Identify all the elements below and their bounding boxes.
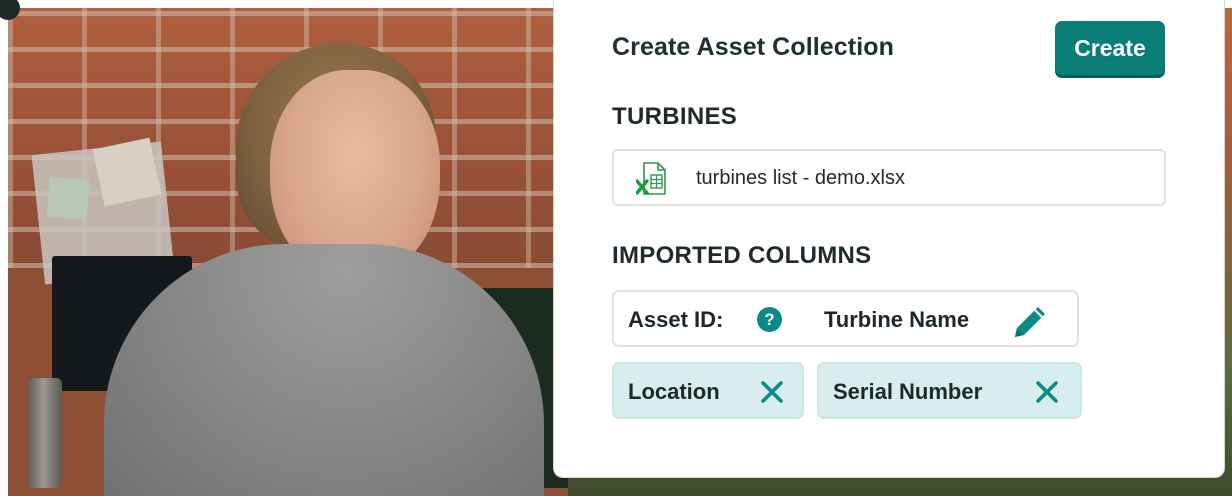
asset-id-chip: Asset ID: ? Turbine Name bbox=[612, 290, 1079, 347]
pinned-note bbox=[46, 176, 90, 220]
turbines-heading: TURBINES bbox=[612, 103, 738, 130]
file-name: turbines list - demo.xlsx bbox=[696, 167, 905, 189]
asset-id-value: Turbine Name bbox=[824, 307, 970, 332]
column-chip-label: Location bbox=[628, 379, 720, 404]
pinned-note bbox=[92, 137, 162, 207]
pencil-icon[interactable] bbox=[1012, 302, 1050, 340]
imported-columns-heading: IMPORTED COLUMNS bbox=[612, 242, 872, 269]
asset-id-label: Asset ID: bbox=[628, 307, 724, 332]
bottle bbox=[28, 378, 62, 488]
close-icon[interactable] bbox=[1035, 380, 1059, 404]
card-title: Create Asset Collection bbox=[612, 33, 895, 61]
create-button[interactable]: Create bbox=[1055, 21, 1165, 75]
close-icon[interactable] bbox=[760, 380, 784, 404]
help-icon[interactable]: ? bbox=[757, 307, 782, 332]
create-asset-collection-card: Create Asset Collection Create TURBINES … bbox=[553, 0, 1225, 478]
column-chip: Location bbox=[612, 362, 804, 419]
file-attachment[interactable]: turbines list - demo.xlsx bbox=[612, 149, 1166, 206]
excel-file-icon bbox=[636, 162, 666, 195]
column-chip: Serial Number bbox=[817, 362, 1082, 419]
column-chip-label: Serial Number bbox=[833, 379, 983, 404]
